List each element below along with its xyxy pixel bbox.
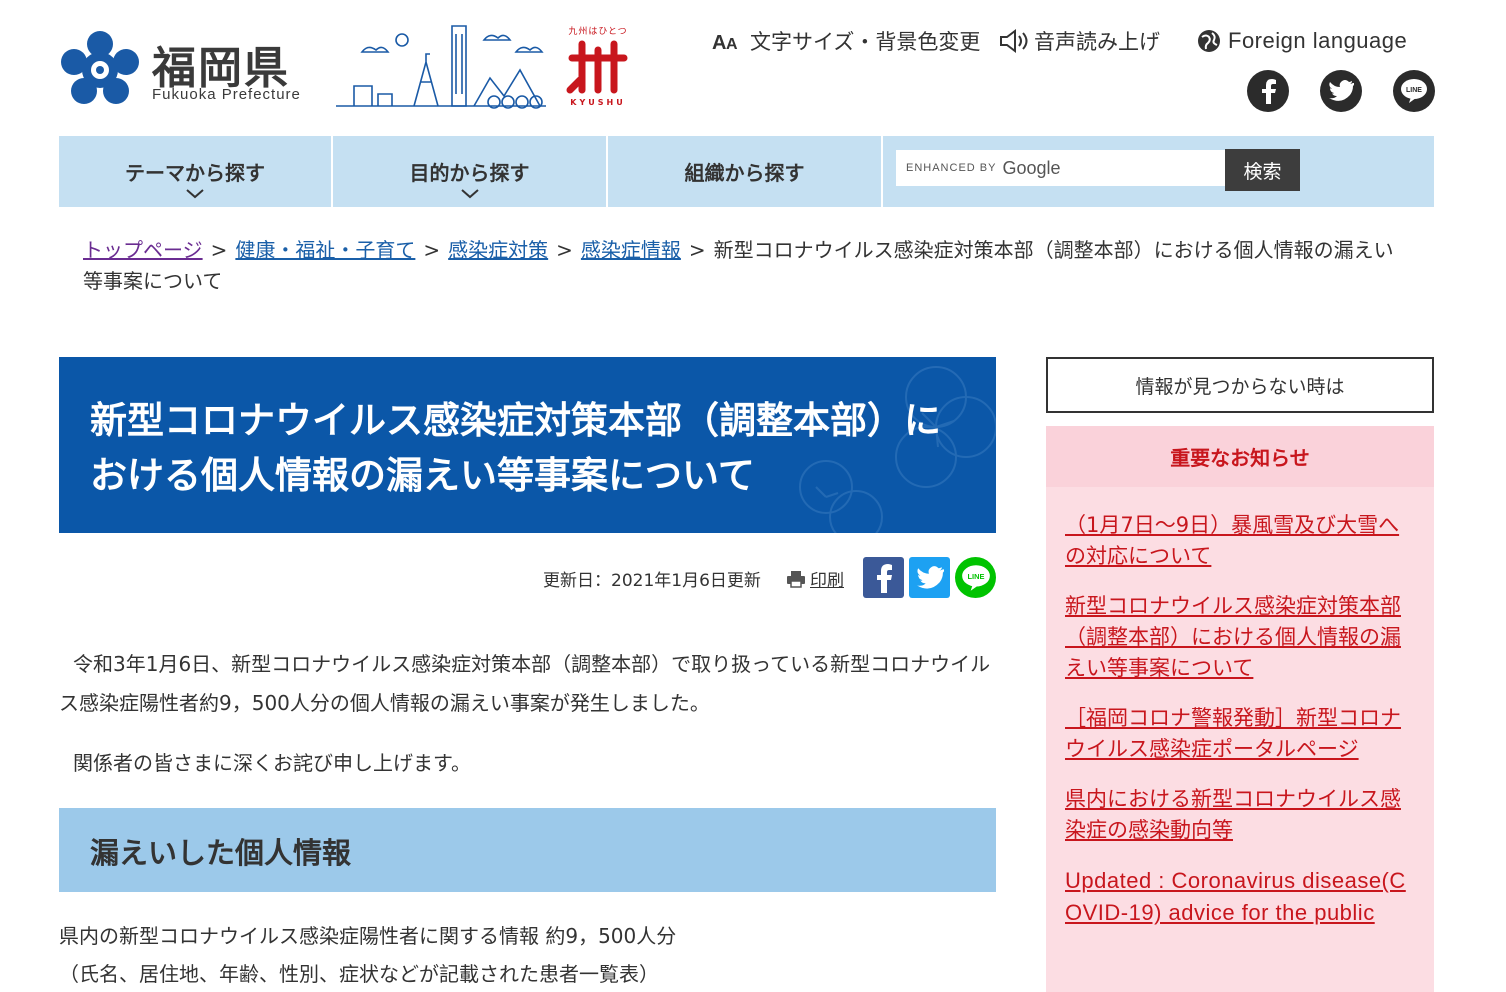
notice-link[interactable]: 新型コロナウイルス感染症対策本部（調整本部）における個人情報の漏えい等事案につい… xyxy=(1065,594,1401,680)
breadcrumb-link-infection-info[interactable]: 感染症情報 xyxy=(581,238,681,262)
nav-organization-label: 組織から探す xyxy=(684,161,805,185)
google-label: Google xyxy=(1002,157,1061,178)
intro-paragraph: 令和3年1月6日、新型コロナウイルス感染症対策本部（調整本部）で取り扱っている新… xyxy=(59,652,991,715)
speaker-icon xyxy=(1000,29,1028,53)
chevron-down-icon xyxy=(186,189,204,199)
breadcrumb-link-infection-control[interactable]: 感染症対策 xyxy=(448,238,548,262)
page-title-banner: 新型コロナウイルス感染症対策本部（調整本部）における個人情報の漏えい等事案につい… xyxy=(59,357,996,533)
enhanced-by-label: ENHANCED BY xyxy=(906,162,997,174)
globe-icon xyxy=(1198,30,1220,52)
twitter-icon xyxy=(1329,80,1354,101)
facebook-icon xyxy=(876,563,892,593)
svg-text:A: A xyxy=(712,32,726,53)
line-button[interactable]: LINE xyxy=(1393,70,1435,112)
leaked-info-line: 県内の新型コロナウイルス感染症陽性者に関する情報 約9，500人分 xyxy=(59,924,677,948)
kyushu-text: KYUSHU xyxy=(570,98,626,107)
nav-theme[interactable]: テーマから探す xyxy=(59,136,333,207)
list-item: （1月7日～9日）暴風雪及び大雪への対応について xyxy=(1065,510,1417,572)
nav-organization[interactable]: 組織から探す xyxy=(608,136,883,207)
list-item: Updated : Coronavirus disease(COVID-19) … xyxy=(1065,865,1417,929)
updated-date: 更新日：2021年1月6日更新 xyxy=(543,571,761,591)
share-facebook-button[interactable] xyxy=(863,557,904,598)
not-found-button[interactable]: 情報が見つからない時は xyxy=(1046,357,1434,413)
leaked-info-detail: （氏名、居住地、年齢、性別、症状などが記載された患者一覧表） xyxy=(59,962,659,986)
notice-list: （1月7日～9日）暴風雪及び大雪への対応について 新型コロナウイルス感染症対策本… xyxy=(1065,510,1417,948)
font-size-label: 文字サイズ・背景色変更 xyxy=(750,30,981,54)
font-size-link[interactable]: A A 文字サイズ・背景色変更 xyxy=(712,26,980,56)
twitter-icon xyxy=(916,565,944,589)
fukuoka-logo[interactable]: 福岡県 Fukuoka Prefecture xyxy=(60,28,310,108)
search-button[interactable]: 検索 xyxy=(1225,149,1300,191)
nav-purpose-label: 目的から探す xyxy=(409,161,530,185)
breadcrumb-link-top[interactable]: トップページ xyxy=(83,238,203,262)
line-icon: LINE xyxy=(1401,79,1427,103)
voice-label: 音声読み上げ xyxy=(1034,30,1160,54)
font-size-icon: A A xyxy=(712,32,738,53)
kyushu-mark xyxy=(566,40,628,94)
svg-text:A: A xyxy=(726,36,738,53)
site-search: ENHANCED BY Google 検索 xyxy=(883,136,1434,207)
list-item: 県内における新型コロナウイルス感染症の感染動向等 xyxy=(1065,784,1417,846)
nav-purpose[interactable]: 目的から探す xyxy=(333,136,608,207)
twitter-button[interactable] xyxy=(1320,70,1362,112)
share-twitter-button[interactable] xyxy=(909,557,950,598)
language-label: Foreign language xyxy=(1228,28,1408,53)
breadcrumb-separator: > xyxy=(423,238,441,262)
facebook-icon xyxy=(1262,79,1276,104)
print-label[interactable]: 印刷 xyxy=(810,566,844,591)
apology-paragraph: 関係者の皆さまに深くお詫び申し上げます。 xyxy=(73,751,471,775)
global-nav: テーマから探す 目的から探す 組織から探す ENHANCED BY Google… xyxy=(59,136,1434,207)
facebook-button[interactable] xyxy=(1247,70,1289,112)
line-icon-text: LINE xyxy=(1406,87,1422,94)
chevron-down-icon xyxy=(460,189,479,199)
breadcrumb-separator: > xyxy=(210,238,228,262)
breadcrumb: トップページ > 健康・福祉・子育て > 感染症対策 > 感染症情報 > 新型コロナウイルス感染… xyxy=(83,235,1413,297)
share-line-text: LINE xyxy=(967,572,984,581)
line-icon: LINE xyxy=(961,564,990,591)
notice-heading: 重要なお知らせ xyxy=(1046,426,1434,487)
kyushu-logo: 九州はひとつ KYUSHU xyxy=(562,24,634,112)
notice-link[interactable]: ［福岡コロナ警報発動］新型コロナウイルス感染症ポータルページ xyxy=(1065,706,1401,761)
printer-icon xyxy=(787,570,805,588)
print-link[interactable]: 印刷 xyxy=(786,566,844,591)
notice-link[interactable]: Updated : Coronavirus disease(COVID-19) … xyxy=(1065,868,1406,925)
share-line-button[interactable]: LINE xyxy=(955,557,996,598)
logo-name-en: Fukuoka Prefecture xyxy=(152,86,301,103)
breadcrumb-separator: > xyxy=(556,238,573,262)
list-item: 新型コロナウイルス感染症対策本部（調整本部）における個人情報の漏えい等事案につい… xyxy=(1065,591,1417,684)
notice-link[interactable]: （1月7日～9日）暴風雪及び大雪への対応について xyxy=(1065,513,1399,568)
plum-flower-icon xyxy=(61,31,139,104)
section-heading: 漏えいした個人情報 xyxy=(90,836,352,870)
city-illustration xyxy=(336,25,546,109)
search-input[interactable]: ENHANCED BY Google xyxy=(896,150,1227,186)
voice-reader-link[interactable]: 音声読み上げ xyxy=(998,26,1160,56)
nav-theme-label: テーマから探す xyxy=(125,161,265,185)
breadcrumb-link-health[interactable]: 健康・福祉・子育て xyxy=(235,238,415,262)
foreign-language-link[interactable]: Foreign language xyxy=(1196,26,1407,56)
section-heading-box: 漏えいした個人情報 xyxy=(59,808,996,892)
list-item: ［福岡コロナ警報発動］新型コロナウイルス感染症ポータルページ xyxy=(1065,703,1417,765)
breadcrumb-separator: > xyxy=(688,238,706,262)
page-title: 新型コロナウイルス感染症対策本部（調整本部）における個人情報の漏えい等事案につい… xyxy=(90,399,941,497)
important-notice-panel: 重要なお知らせ （1月7日～9日）暴風雪及び大雪への対応について 新型コロナウイ… xyxy=(1046,426,1434,992)
notice-link[interactable]: 県内における新型コロナウイルス感染症の感染動向等 xyxy=(1065,787,1401,842)
